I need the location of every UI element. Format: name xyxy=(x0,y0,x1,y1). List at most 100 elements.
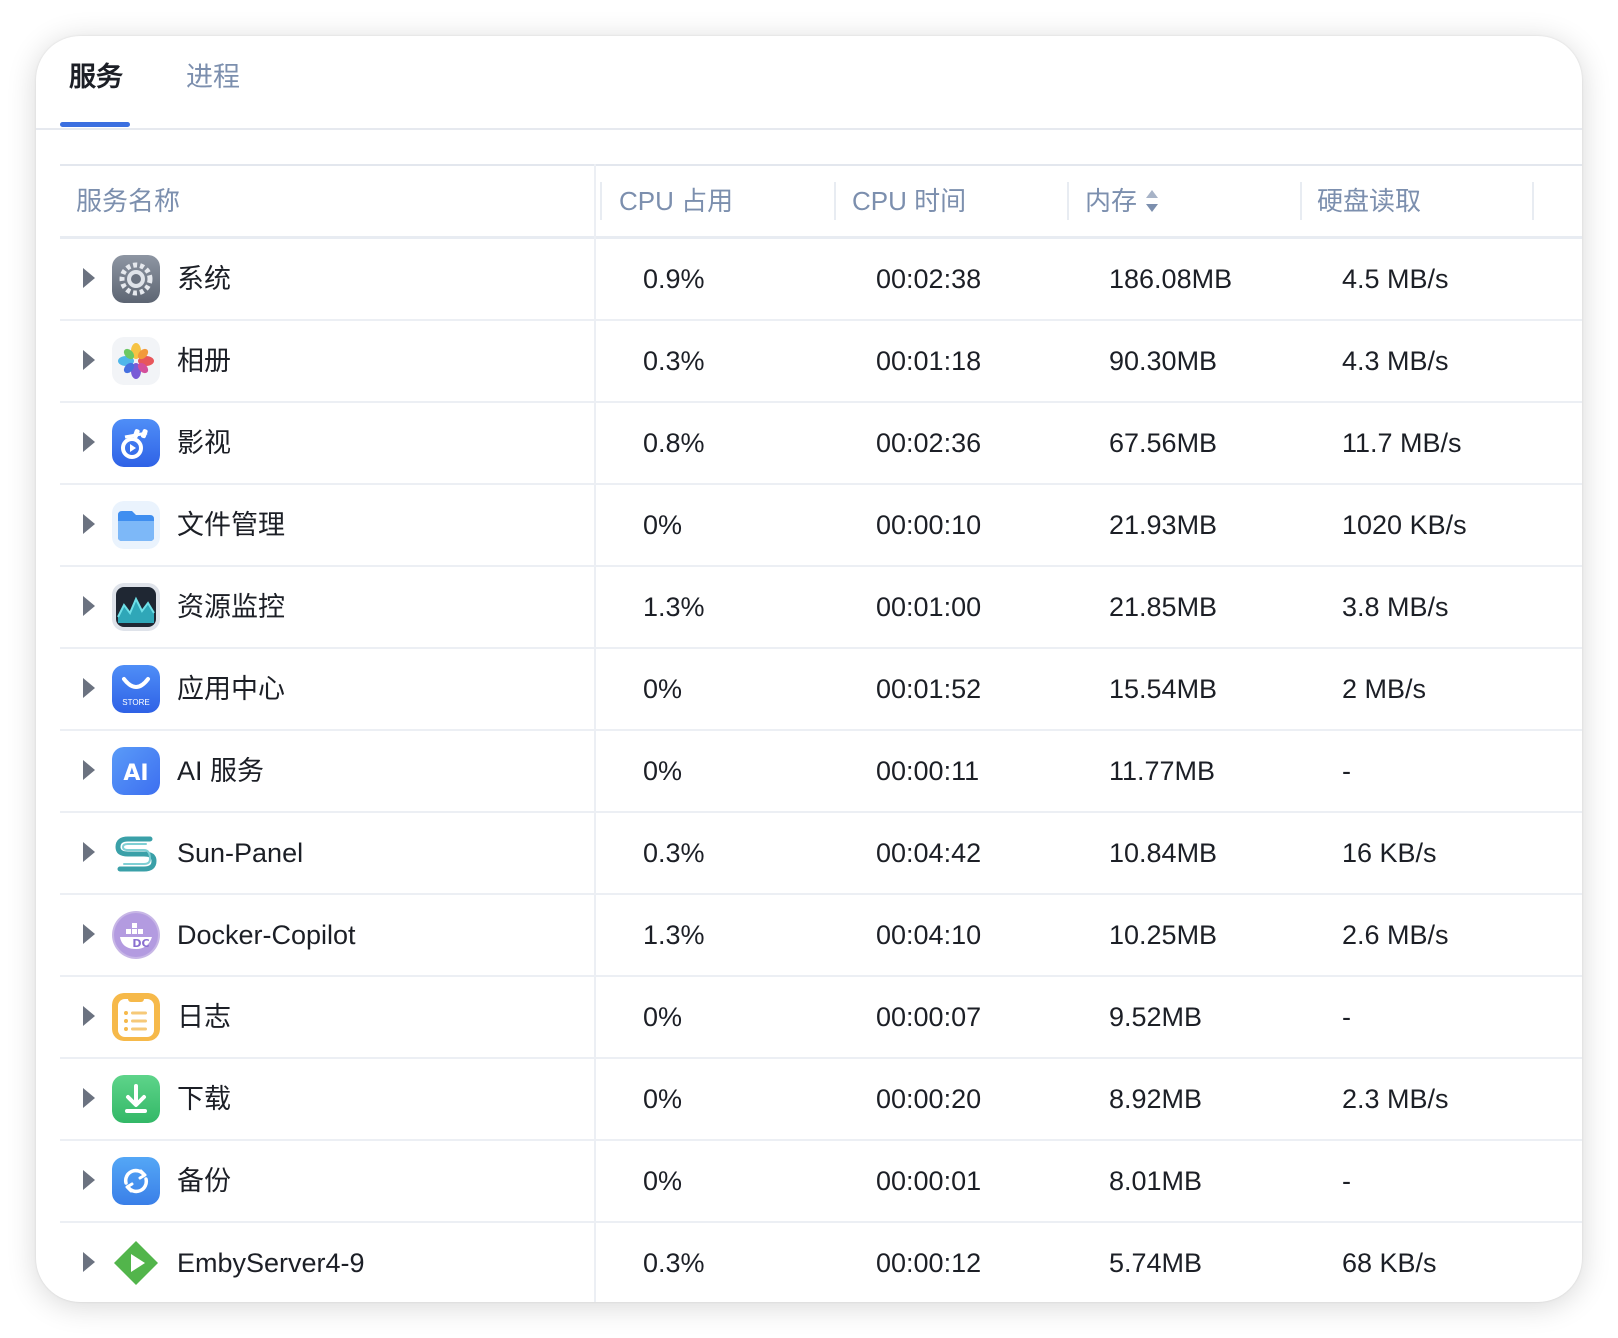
memory-usage: 186.08MB xyxy=(1109,264,1233,294)
table-row[interactable]: 文件管理 0% 00:00:10 21.93MB 1020 KB/s xyxy=(60,485,1582,567)
service-name: Sun-Panel xyxy=(177,838,304,868)
expand-caret-icon[interactable] xyxy=(83,760,95,780)
service-name: 文件管理 xyxy=(177,510,285,540)
cpu-usage: 0% xyxy=(643,510,683,540)
cpu-time: 00:04:10 xyxy=(876,920,982,950)
cpu-time: 00:04:42 xyxy=(876,838,982,868)
column-header-memory-label: 内存 xyxy=(1085,186,1138,216)
cpu-usage: 0% xyxy=(643,1084,683,1114)
settings-gear-icon xyxy=(112,255,160,303)
memory-usage: 11.77MB xyxy=(1109,756,1216,786)
cpu-usage: 0.9% xyxy=(643,264,705,294)
service-name: 应用中心 xyxy=(177,674,285,704)
cpu-usage: 0% xyxy=(643,1002,683,1032)
memory-usage: 10.84MB xyxy=(1109,838,1218,868)
expand-caret-icon[interactable] xyxy=(83,1170,95,1190)
services-table: 服务名称 CPU 占用 CPU 时间 内存 硬盘读取 系统 0.9% 00:02:3… xyxy=(60,164,1582,1302)
disk-read: - xyxy=(1342,1002,1351,1032)
memory-usage: 15.54MB xyxy=(1109,674,1218,704)
log-notes-icon xyxy=(112,993,160,1041)
table-header: 服务名称 CPU 占用 CPU 时间 内存 硬盘读取 xyxy=(60,166,1582,239)
column-divider[interactable] xyxy=(1067,182,1069,220)
memory-usage: 8.92MB xyxy=(1109,1084,1203,1114)
memory-usage: 8.01MB xyxy=(1109,1166,1203,1196)
expand-caret-icon[interactable] xyxy=(83,1252,95,1272)
cpu-usage: 0.3% xyxy=(643,1248,705,1278)
expand-caret-icon[interactable] xyxy=(83,678,95,698)
expand-caret-icon[interactable] xyxy=(83,842,95,862)
task-manager-window: 服务 进程 服务名称 CPU 占用 CPU 时间 内存 硬盘读取 系统 0.9% 0… xyxy=(36,36,1582,1302)
table-row[interactable]: 相册 0.3% 00:01:18 90.30MB 4.3 MB/s xyxy=(60,321,1582,403)
expand-caret-icon[interactable] xyxy=(83,1088,95,1108)
table-row[interactable]: 影视 0.8% 00:02:36 67.56MB 11.7 MB/s xyxy=(60,403,1582,485)
backup-sync-icon xyxy=(112,1157,160,1205)
table-row[interactable]: Sun-Panel 0.3% 00:04:42 10.84MB 16 KB/s xyxy=(60,813,1582,895)
table-body: 系统 0.9% 00:02:38 186.08MB 4.5 MB/s 相册 0.3% 00:0… xyxy=(60,239,1582,1302)
expand-caret-icon[interactable] xyxy=(83,514,95,534)
column-divider[interactable] xyxy=(1300,182,1302,220)
column-header-memory[interactable]: 内存 xyxy=(1085,166,1159,236)
photos-pinwheel-icon xyxy=(112,337,160,385)
tab-services[interactable]: 服务 xyxy=(69,60,123,94)
cpu-usage: 0% xyxy=(643,1166,683,1196)
service-name: 相册 xyxy=(177,346,231,376)
cpu-time: 00:00:01 xyxy=(876,1166,982,1196)
tab-bar: 服务 进程 xyxy=(36,36,1582,130)
docker-icon-text: DC xyxy=(132,937,149,950)
table-row[interactable]: EmbyServer4-9 0.3% 00:00:12 5.74MB 68 KB/s xyxy=(60,1223,1582,1302)
column-header-name[interactable]: 服务名称 xyxy=(76,166,180,236)
table-row[interactable]: 资源监控 1.3% 00:01:00 21.85MB 3.8 MB/s xyxy=(60,567,1582,649)
cpu-time: 00:00:07 xyxy=(876,1002,982,1032)
folder-icon xyxy=(112,501,160,549)
activity-monitor-icon xyxy=(112,583,160,631)
cpu-usage: 0% xyxy=(643,756,683,786)
table-row[interactable]: STORE 应用中心 0% 00:01:52 15.54MB 2 MB/s xyxy=(60,649,1582,731)
memory-usage: 21.93MB xyxy=(1109,510,1218,540)
service-name: 下载 xyxy=(177,1084,231,1114)
column-header-cpu-time[interactable]: CPU 时间 xyxy=(852,166,966,236)
column-divider[interactable] xyxy=(834,182,836,220)
column-divider[interactable] xyxy=(1532,182,1534,220)
table-row[interactable]: 系统 0.9% 00:02:38 186.08MB 4.5 MB/s xyxy=(60,239,1582,321)
disk-read: 2.3 MB/s xyxy=(1342,1084,1449,1114)
expand-caret-icon[interactable] xyxy=(83,1006,95,1026)
table-row[interactable]: 日志 0% 00:00:07 9.52MB - xyxy=(60,977,1582,1059)
table-row[interactable]: 下载 0% 00:00:20 8.92MB 2.3 MB/s xyxy=(60,1059,1582,1141)
table-row[interactable]: AI AI 服务 0% 00:00:11 11.77MB - xyxy=(60,731,1582,813)
column-divider[interactable] xyxy=(600,182,602,220)
memory-usage: 5.74MB xyxy=(1109,1248,1203,1278)
service-name: 系统 xyxy=(177,264,231,294)
disk-read: 3.8 MB/s xyxy=(1342,592,1449,622)
cpu-time: 00:00:20 xyxy=(876,1084,982,1114)
disk-read: 4.3 MB/s xyxy=(1342,346,1449,376)
cpu-usage: 0.3% xyxy=(643,838,705,868)
app-store-icon: STORE xyxy=(112,665,160,713)
column-header-cpu[interactable]: CPU 占用 xyxy=(619,166,733,236)
expand-caret-icon[interactable] xyxy=(83,350,95,370)
store-icon-text: STORE xyxy=(122,698,149,707)
expand-caret-icon[interactable] xyxy=(83,596,95,616)
service-name: 资源监控 xyxy=(177,592,285,622)
service-name: 备份 xyxy=(177,1166,231,1196)
table-row[interactable]: 备份 0% 00:00:01 8.01MB - xyxy=(60,1141,1582,1223)
table-row[interactable]: DC Docker-Copilot 1.3% 00:04:10 10.25MB 2.6 M… xyxy=(60,895,1582,977)
name-column-divider xyxy=(594,164,596,1302)
column-header-disk-read[interactable]: 硬盘读取 xyxy=(1317,166,1421,236)
disk-read: - xyxy=(1342,1166,1351,1196)
cpu-time: 00:02:36 xyxy=(876,428,982,458)
expand-caret-icon[interactable] xyxy=(83,268,95,288)
ai-icon-text: AI xyxy=(123,761,148,786)
service-name: 日志 xyxy=(177,1002,231,1032)
expand-caret-icon[interactable] xyxy=(83,432,95,452)
cpu-time: 00:00:10 xyxy=(876,510,982,540)
tab-processes[interactable]: 进程 xyxy=(186,60,240,94)
service-name: 影视 xyxy=(177,428,231,458)
expand-caret-icon[interactable] xyxy=(83,924,95,944)
service-name: EmbyServer4-9 xyxy=(177,1248,365,1278)
sort-icon[interactable] xyxy=(1145,188,1159,214)
memory-usage: 10.25MB xyxy=(1109,920,1218,950)
sun-panel-icon xyxy=(112,829,160,877)
cpu-usage: 0% xyxy=(643,674,683,704)
disk-read: 4.5 MB/s xyxy=(1342,264,1449,294)
memory-usage: 67.56MB xyxy=(1109,428,1218,458)
